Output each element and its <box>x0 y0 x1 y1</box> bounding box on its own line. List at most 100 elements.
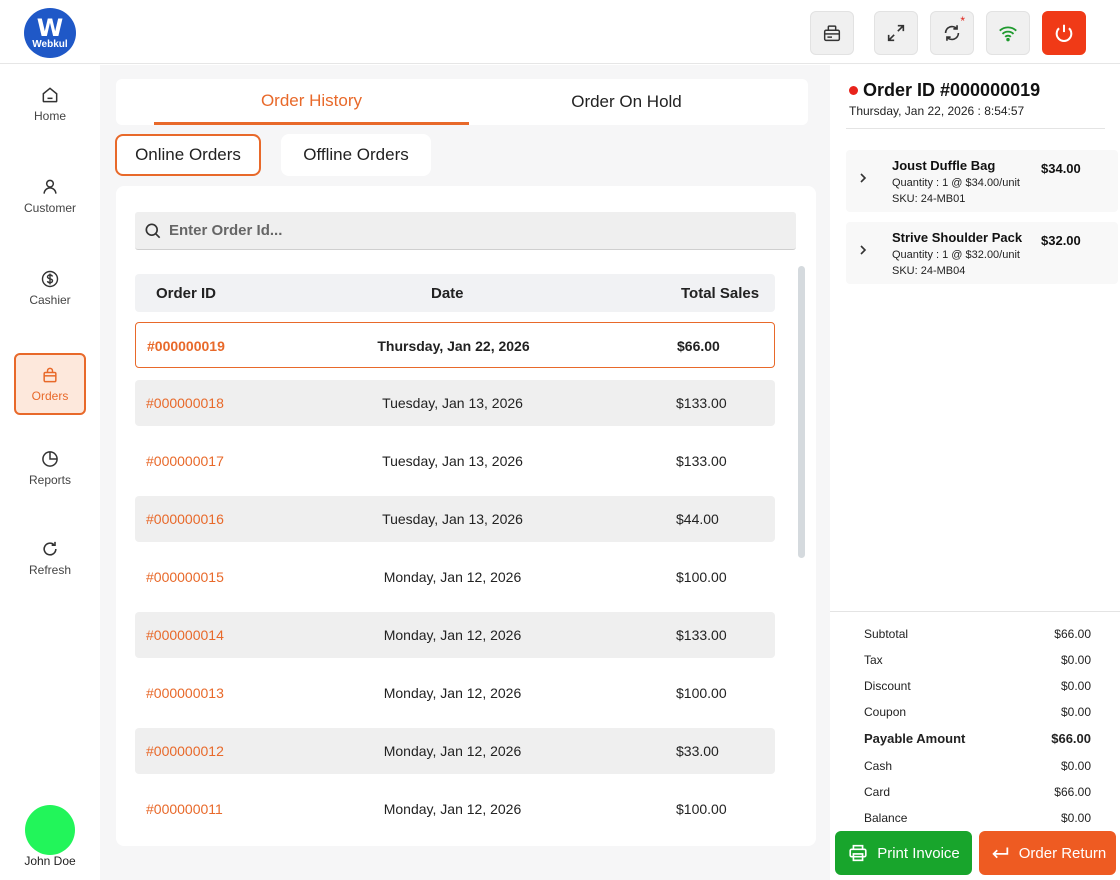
order-total: $33.00 <box>676 743 719 759</box>
summary-label: Tax <box>864 653 883 667</box>
order-date: Monday, Jan 12, 2026 <box>383 801 522 817</box>
sidebar-item-refresh[interactable]: Refresh <box>14 527 86 589</box>
order-id: #000000017 <box>146 453 224 469</box>
summary-balance: Balance $0.00 <box>864 811 1091 825</box>
print-invoice-button[interactable]: Print Invoice <box>835 831 972 875</box>
return-arrow-icon <box>992 847 1008 859</box>
item-quantity: Quantity : 1 @ $32.00/unit <box>892 249 1020 261</box>
fullscreen-icon <box>887 24 905 42</box>
summary-value: $66.00 <box>1054 627 1091 641</box>
summary-value: $0.00 <box>1060 679 1091 693</box>
divider <box>846 128 1105 129</box>
table-row[interactable]: #000000019 Thursday, Jan 22, 2026 $66.00 <box>135 322 775 368</box>
order-line-item[interactable]: Strive Shoulder Pack Quantity : 1 @ $32.… <box>846 222 1118 284</box>
summary-payable: Payable Amount $66.00 <box>864 731 1091 746</box>
wifi-icon <box>999 26 1017 42</box>
sidebar-item-home[interactable]: Home <box>14 73 86 135</box>
item-name: Strive Shoulder Pack <box>892 230 1023 245</box>
order-date: Monday, Jan 12, 2026 <box>383 685 522 701</box>
card-reader-button[interactable] <box>810 11 854 55</box>
sidebar-item-label: Refresh <box>28 563 72 577</box>
main-content: Order History Order On Hold Online Order… <box>100 65 830 880</box>
list-scrollbar[interactable] <box>798 266 805 558</box>
webkul-logo: W Webkul <box>24 8 76 58</box>
order-id: #000000012 <box>146 743 224 759</box>
summary-value: $0.00 <box>1060 653 1091 667</box>
column-header-order-id: Order ID <box>156 285 217 302</box>
summary-tax: Tax $0.00 <box>864 653 1091 667</box>
item-sku: SKU: 24-MB04 <box>892 265 966 277</box>
tab-order-history[interactable]: Order History <box>154 79 469 125</box>
tab-offline-orders[interactable]: Offline Orders <box>281 134 431 176</box>
table-row[interactable]: #000000014 Monday, Jan 12, 2026 $133.00 <box>135 612 775 658</box>
table-row[interactable]: #000000013 Monday, Jan 12, 2026 $100.00 <box>135 670 775 716</box>
logo-text: Webkul <box>32 38 68 50</box>
order-datetime: Thursday, Jan 22, 2026 : 8:54:57 <box>849 104 1025 118</box>
order-total: $100.00 <box>676 801 727 817</box>
search-input[interactable] <box>169 222 769 239</box>
user-icon <box>43 179 57 194</box>
chevron-right-icon[interactable] <box>858 243 868 257</box>
sidebar-item-label: Orders <box>31 389 69 403</box>
home-icon <box>42 87 58 103</box>
order-line-item[interactable]: Joust Duffle Bag Quantity : 1 @ $34.00/u… <box>846 150 1118 212</box>
column-header-date: Date <box>431 285 464 302</box>
order-date: Thursday, Jan 22, 2026 <box>377 338 530 354</box>
status-dot <box>849 86 858 95</box>
table-row[interactable]: #000000018 Tuesday, Jan 13, 2026 $133.00 <box>135 380 775 426</box>
sync-button[interactable]: * <box>930 11 974 55</box>
order-date: Tuesday, Jan 13, 2026 <box>382 511 523 527</box>
order-title: Order ID #000000019 <box>849 80 1040 101</box>
chevron-right-icon[interactable] <box>858 171 868 185</box>
top-bar: W Webkul * <box>0 0 1120 64</box>
order-total: $133.00 <box>676 453 727 469</box>
summary-label: Coupon <box>864 705 907 719</box>
printer-icon <box>849 844 867 862</box>
table-row[interactable]: #000000017 Tuesday, Jan 13, 2026 $133.00 <box>135 438 775 484</box>
table-row[interactable]: #000000015 Monday, Jan 12, 2026 $100.00 <box>135 554 775 600</box>
item-name: Joust Duffle Bag <box>892 158 996 173</box>
table-row[interactable]: #000000011 Monday, Jan 12, 2026 $100.00 <box>135 786 775 832</box>
order-tabs: Order History Order On Hold <box>116 79 808 125</box>
sidebar-item-reports[interactable]: Reports <box>14 437 86 499</box>
table-row[interactable]: #000000016 Tuesday, Jan 13, 2026 $44.00 <box>135 496 775 542</box>
pie-chart-icon <box>42 451 58 467</box>
order-detail-panel: Order ID #000000019 Thursday, Jan 22, 20… <box>830 65 1120 880</box>
order-id: #000000016 <box>146 511 224 527</box>
tab-order-on-hold[interactable]: Order On Hold <box>469 79 784 125</box>
order-total: $133.00 <box>676 627 727 643</box>
order-title-text: Order ID #000000019 <box>863 80 1041 100</box>
summary-label: Card <box>864 785 891 799</box>
sidebar-item-customer[interactable]: Customer <box>14 165 86 227</box>
item-sku: SKU: 24-MB01 <box>892 193 966 205</box>
order-return-button[interactable]: Order Return <box>979 831 1116 875</box>
order-total: $133.00 <box>676 395 727 411</box>
refresh-icon <box>43 541 57 556</box>
order-id: #000000014 <box>146 627 224 643</box>
bag-icon <box>43 367 57 383</box>
summary-coupon: Coupon $0.00 <box>864 705 1091 719</box>
avatar[interactable] <box>25 805 75 855</box>
order-total: $100.00 <box>676 569 727 585</box>
wifi-button[interactable] <box>986 11 1030 55</box>
order-date: Tuesday, Jan 13, 2026 <box>382 395 523 411</box>
fullscreen-button[interactable] <box>874 11 918 55</box>
summary-value: $0.00 <box>1060 811 1091 825</box>
power-icon <box>1055 24 1073 42</box>
order-total: $100.00 <box>676 685 727 701</box>
sidebar-item-orders[interactable]: Orders <box>14 353 86 415</box>
order-date: Tuesday, Jan 13, 2026 <box>382 453 523 469</box>
print-invoice-label: Print Invoice <box>877 844 960 862</box>
item-quantity: Quantity : 1 @ $34.00/unit <box>892 177 1020 189</box>
summary-cash: Cash $0.00 <box>864 759 1091 773</box>
table-row[interactable]: #000000012 Monday, Jan 12, 2026 $33.00 <box>135 728 775 774</box>
tab-online-orders[interactable]: Online Orders <box>115 134 261 176</box>
power-button[interactable] <box>1042 11 1086 55</box>
sidebar-item-label: Reports <box>28 473 72 487</box>
orders-list-card: Order ID Date Total Sales #000000019 Thu… <box>116 186 816 846</box>
order-date: Monday, Jan 12, 2026 <box>383 569 522 585</box>
sidebar-item-cashier[interactable]: Cashier <box>14 257 86 319</box>
summary-label: Cash <box>864 759 893 773</box>
order-date: Monday, Jan 12, 2026 <box>383 627 522 643</box>
item-price: $34.00 <box>1041 161 1081 176</box>
